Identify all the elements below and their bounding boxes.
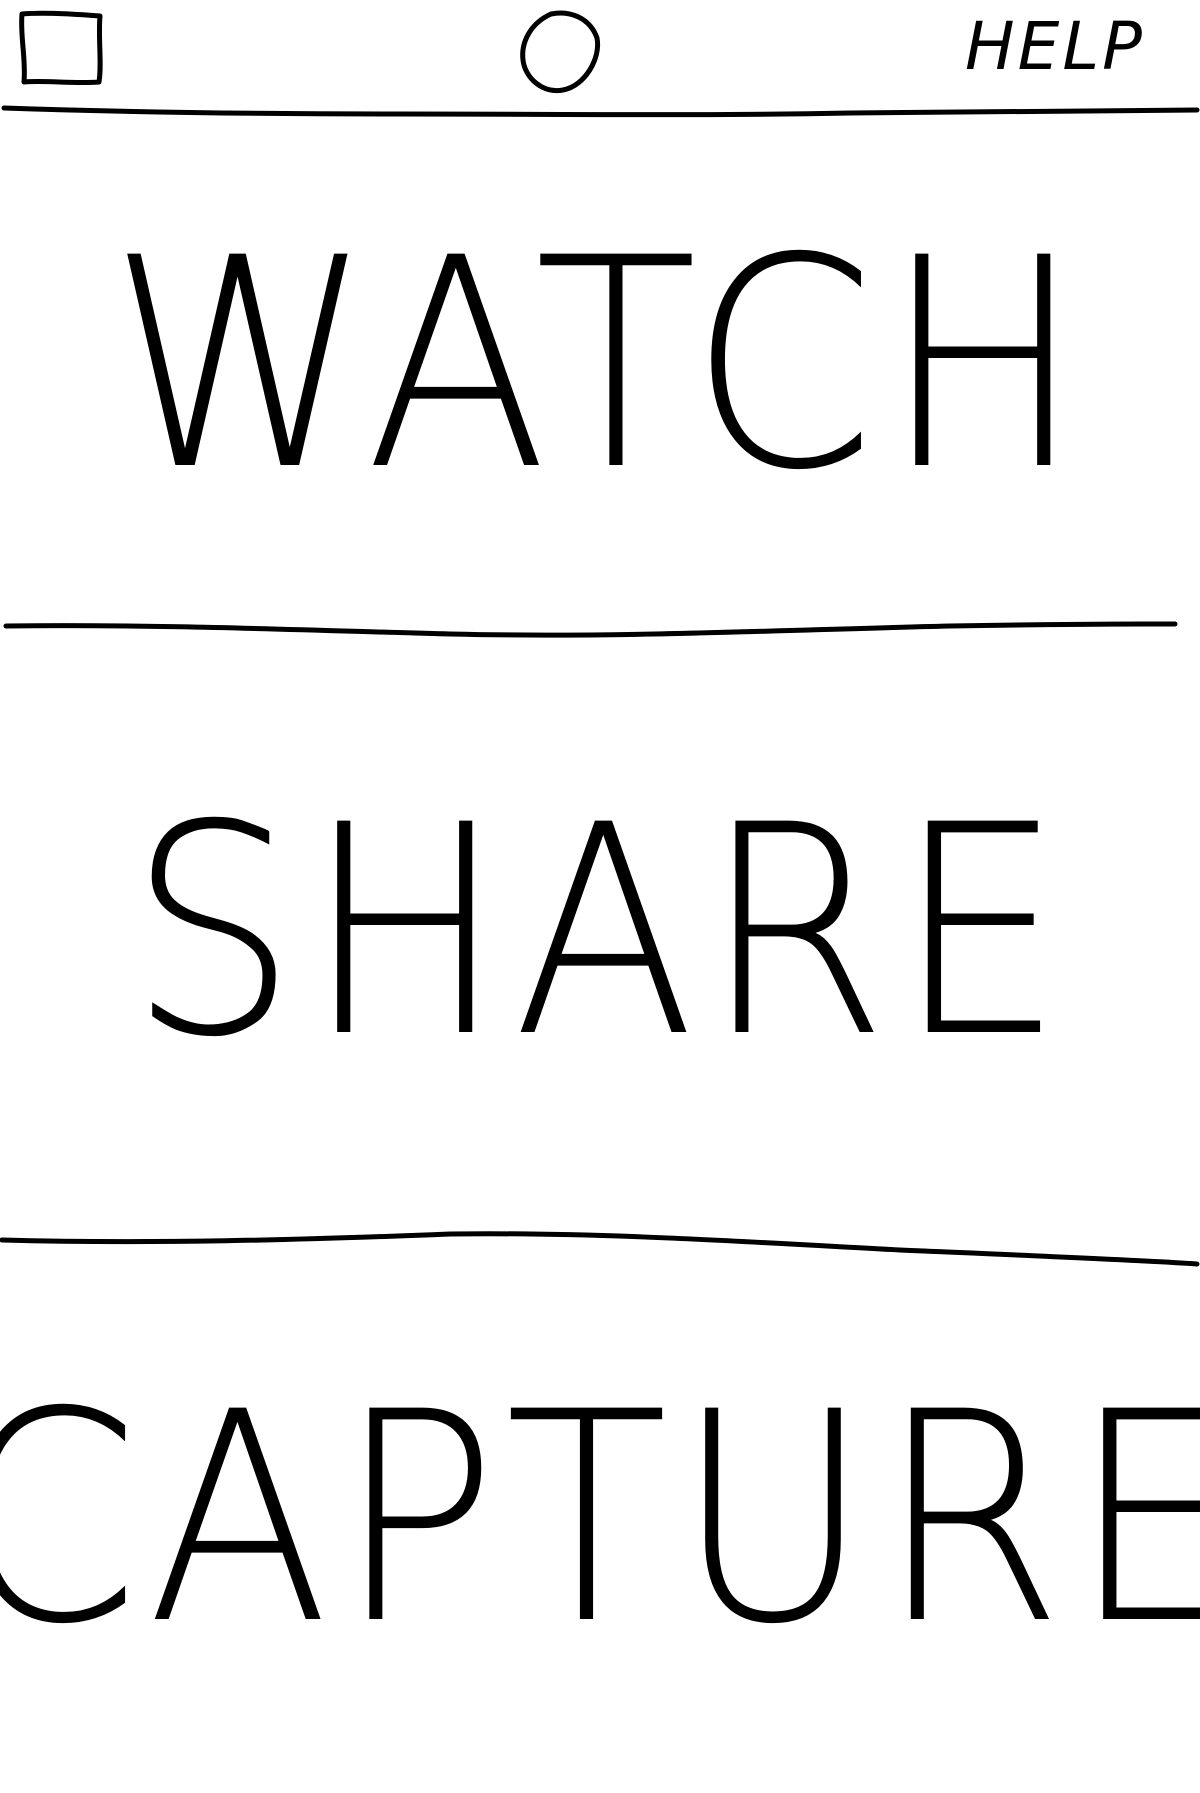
capture-section[interactable]: CAPTURE (0, 1246, 1200, 1793)
share-section[interactable]: SHARE (0, 626, 1200, 1240)
square-icon (19, 10, 103, 86)
circle-icon (520, 10, 601, 94)
capture-label: CAPTURE (0, 1350, 1200, 1688)
watch-section[interactable]: WATCH (0, 112, 1200, 620)
top-bar: HELP (0, 0, 1200, 112)
share-label: SHARE (128, 764, 1072, 1101)
home-button[interactable] (515, 8, 607, 98)
watch-label: WATCH (108, 197, 1092, 534)
help-link[interactable]: HELP (955, 8, 1155, 86)
menu-button[interactable] (14, 8, 104, 88)
